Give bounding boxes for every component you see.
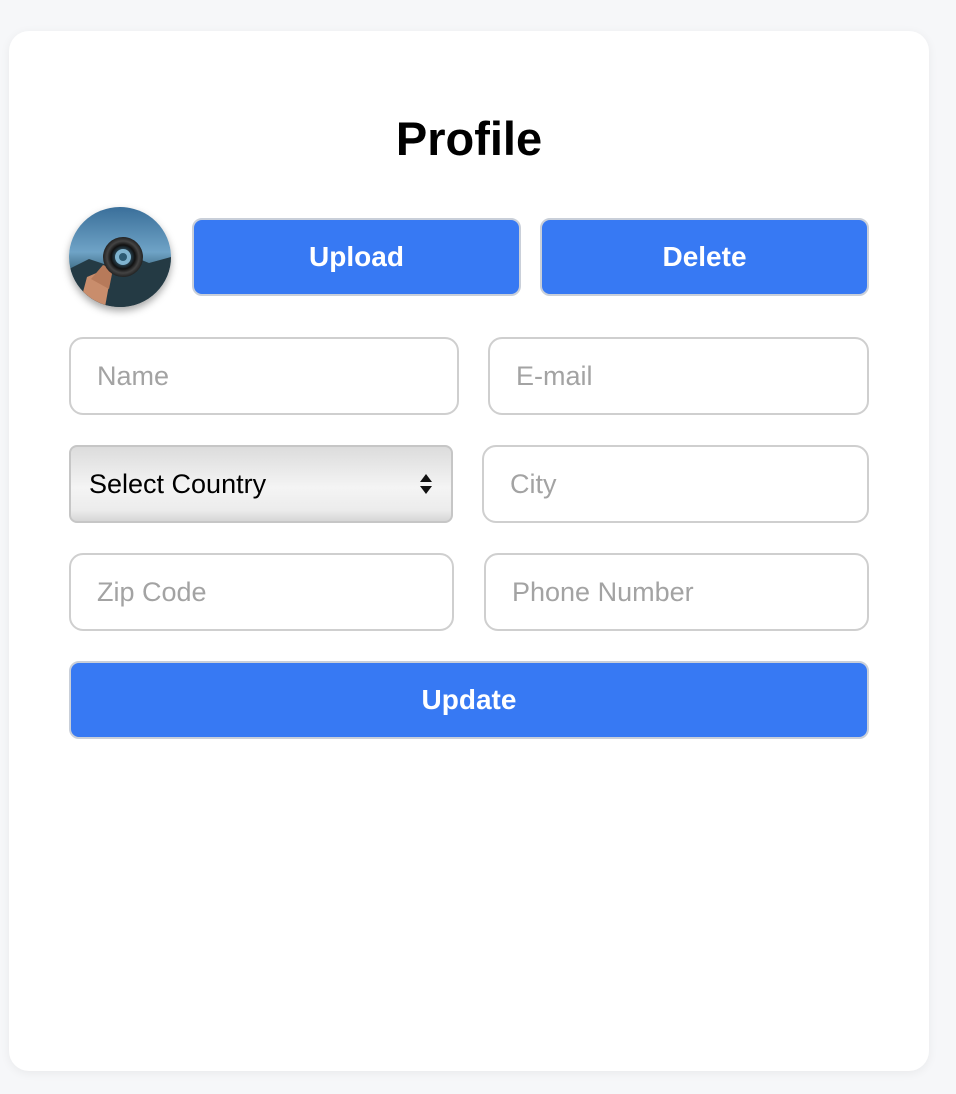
email-field[interactable] [488,337,869,415]
city-field[interactable] [482,445,869,523]
name-field[interactable] [69,337,459,415]
chevron-updown-icon [419,471,433,497]
profile-card: Profile Upload Delete Name E-mail Select… [9,31,929,1071]
phone-number-field[interactable] [484,553,869,631]
page-title: Profile [395,112,543,165]
avatar-photo-icon [69,207,171,307]
avatar[interactable] [69,207,171,307]
update-button[interactable]: Update [69,661,869,739]
country-select-value: Select Country [89,468,267,499]
country-select[interactable]: Select Country [69,445,453,523]
delete-button[interactable]: Delete [540,218,869,296]
upload-button[interactable]: Upload [192,218,521,296]
zip-code-field[interactable] [69,553,454,631]
